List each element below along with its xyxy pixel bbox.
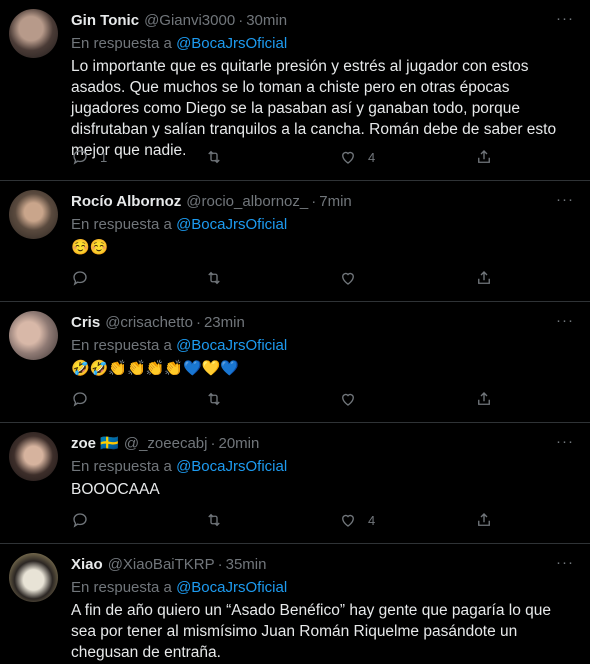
avatar[interactable] [9,553,58,602]
tweet-text: 🤣🤣👏👏👏👏💙💛💙 [71,360,240,377]
reply-icon [73,150,87,165]
action-bar [71,267,511,289]
action-bar: 1 4 [71,146,511,168]
reply-context: En respuesta a @BocaJrsOficial [71,34,578,54]
reply-prefix: En respuesta a [71,35,172,52]
timestamp[interactable]: 23min [204,314,245,331]
reply-button[interactable] [71,269,100,287]
retweet-icon [208,392,220,406]
reply-icon [73,392,87,407]
retweet-icon [208,150,220,164]
timestamp[interactable]: 30min [246,12,287,29]
mention-link[interactable]: @BocaJrsOficial [176,35,287,52]
author-name[interactable]: Xiao [71,556,103,573]
tweet[interactable]: Cris @crisachetto · 23min ··· En respues… [0,302,590,423]
author-handle[interactable]: @crisachetto [105,314,193,331]
like-icon [342,514,354,527]
author-name[interactable]: zoe 🇸🇪 [71,434,119,452]
tweet[interactable]: Gin Tonic @Gianvi3000 · 30min ··· En res… [0,0,590,181]
reply-button[interactable]: 1 [71,148,107,166]
reply-feed: Gin Tonic @Gianvi3000 · 30min ··· En res… [0,0,590,664]
author-name[interactable]: Gin Tonic [71,12,139,29]
mention-link[interactable]: @BocaJrsOficial [176,458,287,475]
retweet-button[interactable] [205,390,234,408]
tweet[interactable]: Rocío Albornoz @rocio_albornoz_ · 7min ·… [0,181,590,302]
more-icon[interactable]: ··· [556,554,574,571]
like-button[interactable] [339,269,368,287]
share-button[interactable] [475,148,493,166]
like-icon [342,393,354,406]
like-count: 4 [368,512,376,528]
timestamp[interactable]: 20min [218,435,259,452]
avatar[interactable] [9,311,58,360]
reply-context: En respuesta a @BocaJrsOficial [71,215,578,235]
separator-dot: · [195,313,201,331]
retweet-button[interactable] [205,511,234,529]
retweet-button[interactable] [205,148,234,166]
retweet-button[interactable] [205,269,234,287]
reply-context: En respuesta a @BocaJrsOficial [71,336,578,356]
share-icon [478,150,490,163]
separator-dot: · [210,434,216,452]
more-icon[interactable]: ··· [556,10,574,27]
tweet-text: ☺️☺️ [71,239,109,256]
share-icon [478,271,490,284]
tweet[interactable]: Xiao @XiaoBaiTKRP · 35min ··· En respues… [0,544,590,664]
like-button[interactable]: 4 [339,511,375,529]
more-icon[interactable]: ··· [556,191,574,208]
share-button[interactable] [475,269,493,287]
avatar[interactable] [9,9,58,58]
action-bar: 4 [71,509,511,531]
reply-prefix: En respuesta a [71,579,172,596]
tweet-text: A fin de año quiero un “Asado Benéfico” … [71,602,551,661]
author-handle[interactable]: @XiaoBaiTKRP [108,556,215,573]
more-icon[interactable]: ··· [556,433,574,450]
timestamp[interactable]: 35min [226,556,267,573]
like-icon [342,151,354,164]
timestamp[interactable]: 7min [319,193,352,210]
author-handle[interactable]: @rocio_albornoz_ [186,193,308,210]
like-icon [342,272,354,285]
reply-count: 1 [100,149,108,165]
tweet-text: BOOOCAAA [71,481,160,498]
tweet[interactable]: zoe 🇸🇪 @_zoeecabj · 20min ··· En respues… [0,423,590,544]
retweet-icon [208,513,220,527]
separator-dot: · [311,192,317,210]
author-name[interactable]: Rocío Albornoz [71,193,181,210]
mention-link[interactable]: @BocaJrsOficial [176,337,287,354]
share-icon [478,392,490,405]
mention-link[interactable]: @BocaJrsOficial [176,579,287,596]
separator-dot: · [238,11,244,29]
more-icon[interactable]: ··· [556,312,574,329]
author-handle[interactable]: @Gianvi3000 [144,12,235,29]
author-handle[interactable]: @_zoeecabj [124,435,208,452]
like-count: 4 [368,149,376,165]
share-icon [478,513,490,526]
reply-icon [73,271,87,286]
share-button[interactable] [475,390,493,408]
like-button[interactable] [339,390,368,408]
reply-prefix: En respuesta a [71,337,172,354]
reply-button[interactable] [71,390,100,408]
author-name[interactable]: Cris [71,314,100,331]
avatar[interactable] [9,190,58,239]
reply-prefix: En respuesta a [71,458,172,475]
reply-icon [73,513,87,528]
retweet-icon [208,271,220,285]
action-bar [71,388,511,410]
reply-prefix: En respuesta a [71,216,172,233]
reply-context: En respuesta a @BocaJrsOficial [71,457,578,477]
reply-context: En respuesta a @BocaJrsOficial [71,578,578,598]
avatar[interactable] [9,432,58,481]
separator-dot: · [217,555,223,573]
reply-button[interactable] [71,511,100,529]
like-button[interactable]: 4 [339,148,375,166]
share-button[interactable] [475,511,493,529]
mention-link[interactable]: @BocaJrsOficial [176,216,287,233]
